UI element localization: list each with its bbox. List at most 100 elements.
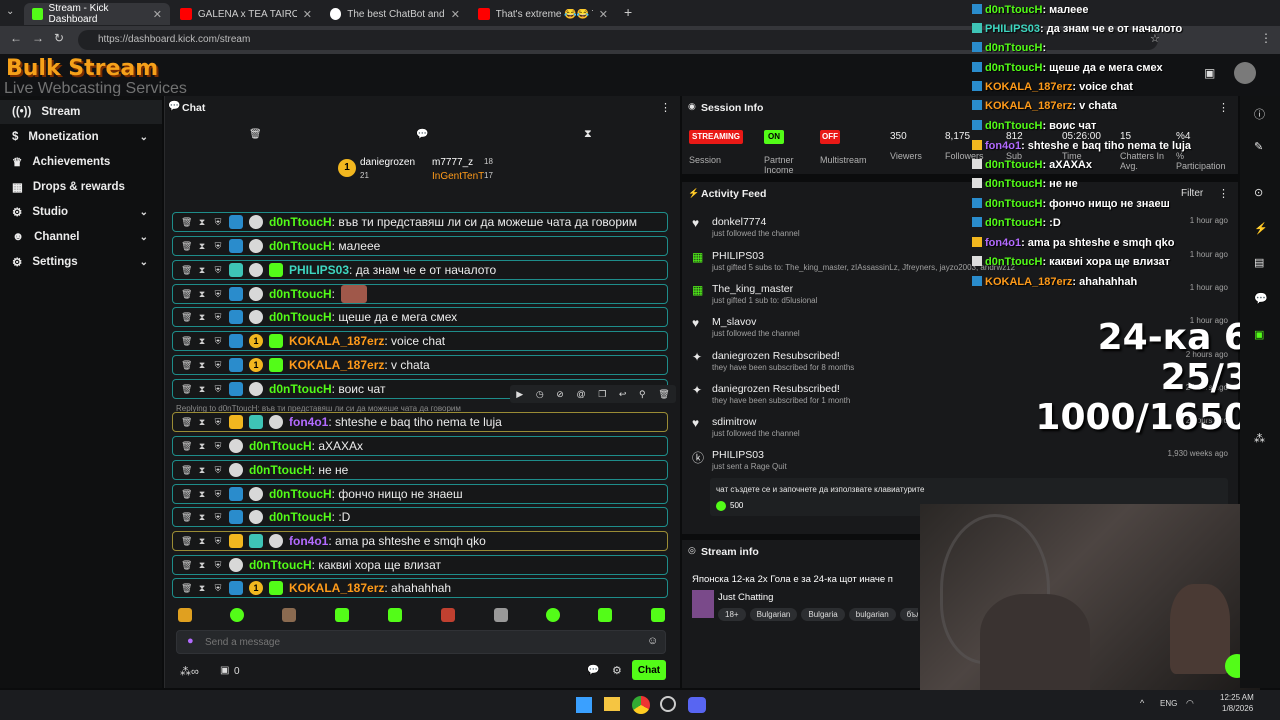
chat-message[interactable]: 🗑 ⧗ ⛨ fon4o1: shteshe e baq tiho nema te l… xyxy=(172,412,668,432)
chat-message[interactable]: 🗑 ⧗ ⛨ d0nTtoucH: xyxy=(172,284,668,304)
chat-username[interactable]: d0nTtoucH xyxy=(269,510,332,524)
chat-message[interactable]: 🗑 ⧗ ⛨ d0nTtoucH: малеее xyxy=(172,236,668,256)
ban-icon[interactable]: ⛨ xyxy=(213,265,223,276)
timeout-icon[interactable]: ⧗ xyxy=(197,312,207,323)
ban-icon[interactable]: ⛨ xyxy=(213,417,223,428)
ban-icon[interactable]: ⛨ xyxy=(213,312,223,323)
activity-name[interactable]: M_slavov xyxy=(712,316,756,328)
chat-message[interactable]: 🗑 ⧗ ⛨ d0nTtoucH: не не xyxy=(172,460,668,480)
chat-username[interactable]: d0nTtoucH xyxy=(249,439,312,453)
stream-title[interactable]: Японска 12-ка 2х Гола е за 24-ка щот ина… xyxy=(692,574,918,585)
close-tab-icon[interactable]: ✕ xyxy=(153,8,162,21)
sidebar-item-studio[interactable]: ⚙ Studio ⌄ xyxy=(0,200,162,224)
chat-username[interactable]: PHILIPS03 xyxy=(289,263,349,277)
close-tab-icon[interactable]: ✕ xyxy=(599,8,608,21)
lightning-icon[interactable]: ⚡ xyxy=(1254,222,1268,235)
timeout-icon[interactable]: ⧗ xyxy=(197,241,207,252)
ban-icon[interactable]: ⛨ xyxy=(213,441,223,452)
chat-message[interactable]: 🗑 ⧗ ⛨ d0nTtoucH: щеше да е мега смех xyxy=(172,307,668,327)
chat-mode-icon[interactable]: 💬 xyxy=(416,129,428,140)
timeout-icon[interactable]: ⧗ xyxy=(197,289,207,300)
edit-icon[interactable]: ✎ xyxy=(1254,140,1263,153)
play-icon[interactable]: ▶ xyxy=(516,389,523,400)
clock-date[interactable]: 1/8/2026 xyxy=(1222,704,1253,713)
sidebar-item-stream[interactable]: ((•)) Stream xyxy=(0,100,162,124)
slow-mode-icon[interactable]: ⧗ xyxy=(584,128,592,141)
timeout-icon[interactable]: ⧗ xyxy=(197,489,207,500)
chat-users-icon[interactable]: 💬 xyxy=(587,665,599,676)
new-tab-icon[interactable]: + xyxy=(624,4,632,20)
chat-message[interactable]: 🗑 ⧗ ⛨ 1 KOKALA_187erz: ahahahhah xyxy=(172,578,668,598)
chat-message[interactable]: 🗑 ⧗ ⛨ d0nTtoucH: :D xyxy=(172,507,668,527)
chat-username[interactable]: d0nTtoucH xyxy=(249,463,312,477)
chrome-icon[interactable] xyxy=(632,696,650,714)
activity-name[interactable]: PHILIPS03 xyxy=(712,250,764,262)
session-icon[interactable]: ▣ xyxy=(1254,328,1264,341)
target-icon[interactable]: ⊙ xyxy=(1254,186,1263,199)
menu-dots-icon[interactable]: ⋮ xyxy=(1260,31,1272,45)
chat-username[interactable]: d0nTtoucH xyxy=(269,310,332,324)
chat-message[interactable]: 🗑 ⧗ ⛨ d0nTtoucH: каквиi хора ще влизат xyxy=(172,555,668,575)
tab-galena[interactable]: GALENA x TEA TAIROVIC - A ✕ xyxy=(172,3,320,25)
network-icon[interactable]: ◠ xyxy=(1186,698,1194,709)
emote-icon[interactable] xyxy=(494,608,508,622)
emote-icon[interactable] xyxy=(441,608,455,622)
forward-icon[interactable]: → xyxy=(32,31,44,45)
timeout-icon[interactable]: ⧗ xyxy=(197,265,207,276)
chat-menu-icon[interactable]: ⋮ xyxy=(660,101,671,114)
ban-icon[interactable]: ⛨ xyxy=(213,336,223,347)
emote-icon[interactable] xyxy=(598,608,612,622)
delete-icon[interactable]: 🗑 xyxy=(181,336,192,347)
delete-icon[interactable]: 🗑 xyxy=(181,265,192,276)
file-explorer-icon[interactable] xyxy=(604,697,620,711)
timeout-icon[interactable]: ⧗ xyxy=(197,217,207,228)
filter-button[interactable]: Filter xyxy=(1181,188,1203,199)
chat-username[interactable]: d0nTtoucH xyxy=(269,287,332,301)
avatar[interactable] xyxy=(1234,62,1256,84)
sidebar-item-settings[interactable]: ⚙ Settings ⌄ xyxy=(0,250,162,274)
ban-icon[interactable]: ⛨ xyxy=(213,289,223,300)
activity-name[interactable]: sdimitrow xyxy=(712,416,756,428)
sidebar-item-drops[interactable]: ▦ Drops & rewards xyxy=(0,175,162,199)
chat-icon[interactable]: 💬 xyxy=(1254,292,1268,305)
chat-username[interactable]: d0nTtoucH xyxy=(269,487,332,501)
clock-icon[interactable]: ◷ xyxy=(536,389,544,400)
document-icon[interactable]: ▤ xyxy=(1254,256,1264,269)
delete-icon[interactable]: 🗑 xyxy=(181,417,192,428)
reply-icon[interactable]: ↩ xyxy=(619,389,627,400)
delete-icon[interactable]: 🗑 xyxy=(181,441,192,452)
delete-icon[interactable]: 🗑 xyxy=(181,360,192,371)
close-tab-icon[interactable]: ✕ xyxy=(451,8,460,21)
timeout-icon[interactable]: ⧗ xyxy=(197,465,207,476)
tag[interactable]: Bulgaria xyxy=(801,608,845,621)
ban-icon[interactable]: ⛨ xyxy=(213,512,223,523)
chat-message[interactable]: 🗑 ⧗ ⛨ 1 KOKALA_187erz: v chata xyxy=(172,355,668,375)
ban-icon[interactable]: ⛨ xyxy=(213,241,223,252)
tag[interactable]: bulgarian xyxy=(848,608,896,621)
delete-icon[interactable]: 🗑 xyxy=(181,217,192,228)
chat-username[interactable]: d0nTtoucH xyxy=(269,382,332,396)
ban-icon[interactable]: ⛨ xyxy=(213,583,223,594)
chat-settings-icon[interactable]: ⚙ xyxy=(612,664,622,677)
timeout-icon[interactable]: ⧗ xyxy=(197,512,207,523)
delete-icon[interactable]: 🗑 xyxy=(181,512,192,523)
activity-name[interactable]: daniegrozen Resubscribed! xyxy=(712,383,840,395)
chat-message[interactable]: 🗑 ⧗ ⛨ d0nTtoucH: във ти представяш ли си д… xyxy=(172,212,668,232)
activity-name[interactable]: The_king_master xyxy=(712,283,793,295)
chat-message[interactable]: 🗑 ⧗ ⛨ PHILIPS03: да знам че е от началото xyxy=(172,260,668,280)
ban-icon[interactable]: ⛨ xyxy=(213,489,223,500)
emote-icon[interactable] xyxy=(230,608,244,622)
timeout-icon[interactable]: ⧗ xyxy=(197,360,207,371)
copy-icon[interactable]: ❐ xyxy=(598,389,606,400)
timeout-icon[interactable]: ⧗ xyxy=(197,536,207,547)
delete-icon[interactable]: 🗑 xyxy=(181,465,192,476)
timeout-icon[interactable]: ⧗ xyxy=(197,417,207,428)
emote-icon[interactable] xyxy=(282,608,296,622)
back-icon[interactable]: ← xyxy=(10,31,22,45)
send-chat-button[interactable]: Chat xyxy=(632,660,666,680)
delete-icon[interactable]: 🗑 xyxy=(181,241,192,252)
ban-icon[interactable]: ⛨ xyxy=(213,384,223,395)
windows-start-icon[interactable] xyxy=(576,697,592,713)
delete-icon[interactable]: 🗑 xyxy=(181,489,192,500)
chat-username[interactable]: fon4o1 xyxy=(289,415,328,429)
